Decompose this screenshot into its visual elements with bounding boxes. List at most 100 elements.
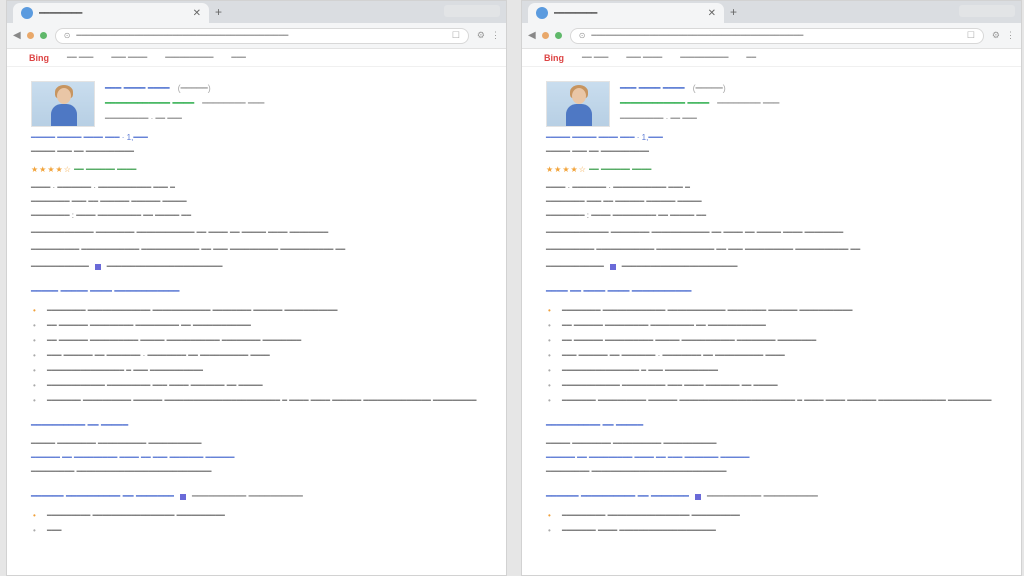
section-heading[interactable]: ━━━━━━ ━━━━━━━━━━ ━━ ━━━━━━━: [31, 491, 174, 501]
section-block: ━━━━━━ ━━━━━━━━━━ ━━ ━━━━━━━ ━━━━━━━━━━ ━…: [31, 489, 482, 538]
list-item: • ━━━━━━━ ━━━━━━━━━━ ━━━━━━ ━━━━━━━━━━━━━…: [33, 396, 477, 405]
nav-buttons: ◀: [13, 30, 47, 41]
site-nav-item[interactable]: ━━━━━━━━━━: [680, 53, 728, 62]
profile-info: ━━━ ━━━━ ━━━━ (━━━━━) ━━━━━━━━━━━━ ━━━━ ━━…: [105, 81, 264, 127]
section-line: ━━━━━━━━━ ━━━━━━━━━━━━━━━━━━━━━━━━━━━━: [31, 467, 212, 476]
bookmark-icon[interactable]: ☐: [967, 30, 975, 41]
section-heading[interactable]: ━━━━━ ━━━━━ ━━━━ ━━━━━━━━━━━━: [31, 284, 482, 299]
section-heading[interactable]: ━━━━━━ ━━━━━━━━━━ ━━ ━━━━━━━: [546, 491, 689, 501]
profile-title-note: ━━━━━━━━ ━━━: [202, 98, 265, 108]
list-item: • ━━━━━━━━━━━━━━━━ ━ ━━━ ━━━━━━━━━━━: [33, 366, 203, 375]
profile-link-line[interactable]: ━━━━━ ━━━━━ ━━━━ ━━━ · 1,━━━: [546, 131, 997, 145]
address-bar[interactable]: ⊙ ━━━━━━━━━━━━━━━━━━━━━━━━━━━━━━━━━━━━━━…: [54, 27, 469, 44]
rating-stars: ★★★★☆: [546, 165, 587, 174]
section-block: ━━━━━━━━━━ ━━ ━━━━━ ━━━━━ ━━━━━━━━ ━━━━━…: [31, 418, 482, 479]
section-heading[interactable]: ━━━━━━━━━━ ━━ ━━━━━: [546, 418, 997, 433]
rating-text: ━━ ━━━━━━ ━━━━: [589, 165, 652, 174]
address-bar[interactable]: ⊙ ━━━━━━━━━━━━━━━━━━━━━━━━━━━━━━━━━━━━━━…: [569, 27, 984, 44]
profile-title[interactable]: ━━━━━━━━━━━━ ━━━━: [105, 98, 194, 108]
section-aside: ━━━━━━━━━━ ━━━━━━━━━━: [191, 491, 303, 501]
browser-tab[interactable]: ━━━━━━━━ ✕: [13, 3, 209, 23]
site-logo[interactable]: Bing: [544, 53, 564, 63]
info-icon: [609, 263, 616, 270]
section-list: ━━━━ ━━ ━━━━ ━━━━ ━━━━━━━━━━━ • ━━━━━━━━ …: [546, 284, 997, 408]
profile-link-line[interactable]: ━━━━━ ━━━━━ ━━━━ ━━━ · 1,━━━: [31, 131, 482, 145]
window-controls[interactable]: [959, 5, 1015, 17]
site-nav-item[interactable]: ━━ ━━━: [582, 53, 608, 62]
bookmark-icon[interactable]: ☐: [452, 30, 460, 41]
profile-card: ━━━ ━━━━ ━━━━ (━━━━━) ━━━━━━━━━━━━ ━━━━ ━━…: [546, 81, 997, 127]
profile-name-note: (━━━━━): [177, 83, 211, 93]
nav-buttons: ◀: [528, 30, 562, 41]
site-nav-item[interactable]: ━━━━━━━━━━: [165, 53, 213, 62]
section-line: ━━━━━━━━━ ━━━━━━━━━━━━━━━━━━━━━━━━━━━━: [546, 467, 727, 476]
list-item: • ━━━━━━━━━ ━━━━━━━━━━━━━━━━━ ━━━━━━━━━━: [33, 511, 225, 520]
browser-toolbar: ◀ ⊙ ━━━━━━━━━━━━━━━━━━━━━━━━━━━━━━━━━━━━…: [7, 23, 506, 49]
info-icon: [94, 263, 101, 270]
rating-stars: ★★★★☆: [31, 165, 72, 174]
site-nav-item[interactable]: ━━━ ━━━━: [626, 53, 662, 62]
section-link[interactable]: ━━━━━━ ━━ ━━━━━━━━━ ━━━━ ━━ ━━━ ━━━━━━━ …: [546, 451, 997, 465]
list-item: • ━━━━━━━━━━━━ ━━━━━━━━━ ━━━ ━━━━ ━━━━━━━…: [548, 381, 778, 390]
forward-icon[interactable]: [541, 32, 549, 39]
profile-meta: ━━━━━━━━━ · ━━ ━━━: [105, 114, 182, 123]
forward-icon[interactable]: [26, 32, 34, 39]
section-heading[interactable]: ━━━━━━━━━━ ━━ ━━━━━: [31, 418, 482, 433]
list-item: • ━━━━━━━━━━━━ ━━━━━━━━━ ━━━ ━━━━ ━━━━━━━…: [33, 381, 263, 390]
back-icon[interactable]: ◀: [528, 30, 536, 41]
site-nav-item[interactable]: ━━━ ━━━━: [111, 53, 147, 62]
fact-line: ━━━━━━━━ : ━━━━ ━━━━━━━━━ ━━ ━━━━━ ━━: [31, 211, 192, 220]
profile-title-note: ━━━━━━━━ ━━━: [717, 98, 780, 108]
list-item: • ━━━━━━━ ━━━━ ━━━━━━━━━━━━━━━━━━━━: [548, 526, 716, 535]
description-line: ━━━━━━━━━━━━━ ━━━━━━━━ ━━━━━━━━━━━━ ━━ ━…: [31, 228, 329, 237]
list-item: • ━━━━━━━━━━━━━━━━ ━ ━━━ ━━━━━━━━━━━: [548, 366, 718, 375]
profile-name[interactable]: ━━━ ━━━━ ━━━━: [105, 83, 170, 93]
site-nav-item[interactable]: ━━━: [231, 53, 245, 62]
browser-window-right: ━━━━━━━━ ✕ + ◀ ⊙ ━━━━━━━━━━━━━━━━━━━━━━━…: [521, 0, 1022, 576]
description-link[interactable]: ━━━━━━━━━━━━━━━━━━━━━━━━: [622, 262, 738, 271]
profile-card: ━━━ ━━━━ ━━━━ (━━━━━) ━━━━━━━━━━━━ ━━━━ ━━…: [31, 81, 482, 127]
section-line: ━━━━━ ━━━━━━━━ ━━━━━━━━━━ ━━━━━━━━━━━: [31, 439, 202, 448]
section-block: ━━━━━━━━━━ ━━ ━━━━━ ━━━━━ ━━━━━━━━ ━━━━━…: [546, 418, 997, 479]
address-text: ━━━━━━━━━━━━━━━━━━━━━━━━━━━━━━━━━━━━━━━━…: [591, 31, 804, 40]
close-icon[interactable]: ✕: [708, 8, 716, 19]
back-icon[interactable]: ◀: [13, 30, 21, 41]
profile-meta-line: ━━━━━ ━━━ ━━ ━━━━━━━━━━: [546, 147, 649, 156]
extension-icon[interactable]: ⚙: [477, 30, 485, 41]
info-icon: [694, 493, 701, 500]
menu-icon[interactable]: ⋮: [1006, 30, 1015, 41]
site-nav-item[interactable]: ━━: [746, 53, 756, 62]
profile-photo[interactable]: [31, 81, 95, 127]
profile-photo[interactable]: [546, 81, 610, 127]
list-item: • ━━━━━━━━━ ━━━━━━━━━━━━━━━━━ ━━━━━━━━━━: [548, 511, 740, 520]
menu-icon[interactable]: ⋮: [491, 30, 500, 41]
page-content: ━━━ ━━━━ ━━━━ (━━━━━) ━━━━━━━━━━━━ ━━━━ ━━…: [7, 67, 506, 538]
description-line: ━━━━━━━━━━━━: [546, 262, 604, 271]
description-link[interactable]: ━━━━━━━━━━━━━━━━━━━━━━━━: [107, 262, 223, 271]
info-icon: [179, 493, 186, 500]
browser-tab[interactable]: ━━━━━━━━ ✕: [528, 3, 724, 23]
site-nav-item[interactable]: ━━ ━━━: [67, 53, 93, 62]
fact-line: ━━━━ · ━━━━━━━ · ━━━━━━━━━━━ ━━━ ━: [31, 183, 175, 192]
site-logo[interactable]: Bing: [29, 53, 49, 63]
close-icon[interactable]: ✕: [193, 8, 201, 19]
section-link[interactable]: ━━━━━━ ━━ ━━━━━━━━━ ━━━━ ━━ ━━━ ━━━━━━━ …: [31, 451, 482, 465]
browser-toolbar: ◀ ⊙ ━━━━━━━━━━━━━━━━━━━━━━━━━━━━━━━━━━━━…: [522, 23, 1021, 49]
list-item: • ━━ ━━━━━━ ━━━━━━━━━ ━━━━━━━━━ ━━ ━━━━━━…: [33, 321, 251, 330]
section-heading[interactable]: ━━━━ ━━ ━━━━ ━━━━ ━━━━━━━━━━━: [546, 284, 997, 299]
window-controls[interactable]: [444, 5, 500, 17]
list-item: • ━━━━━━━━ ━━━━━━━━━━━━━ ━━━━━━━━━━━━ ━━━…: [548, 306, 853, 315]
extension-icon[interactable]: ⚙: [992, 30, 1000, 41]
profile-name[interactable]: ━━━ ━━━━ ━━━━: [620, 83, 685, 93]
globe-icon: [536, 7, 548, 19]
new-tab-icon[interactable]: +: [730, 5, 737, 19]
list-item: • ━━━ ━━━━━━ ━━ ━━━━━━━ · ━━━━━━━━ ━━ ━━━…: [548, 351, 785, 360]
profile-title[interactable]: ━━━━━━━━━━━━ ━━━━: [620, 98, 709, 108]
profile-name-note: (━━━━━): [692, 83, 726, 93]
list-item: • ━━━: [33, 526, 62, 535]
screen: ━━━━━━━━ ✕ + ◀ ⊙ ━━━━━━━━━━━━━━━━━━━━━━━…: [0, 0, 1024, 576]
reload-icon[interactable]: [39, 32, 47, 39]
new-tab-icon[interactable]: +: [215, 5, 222, 19]
reload-icon[interactable]: [554, 32, 562, 39]
toolbar-icons: ⚙ ⋮: [992, 30, 1015, 41]
